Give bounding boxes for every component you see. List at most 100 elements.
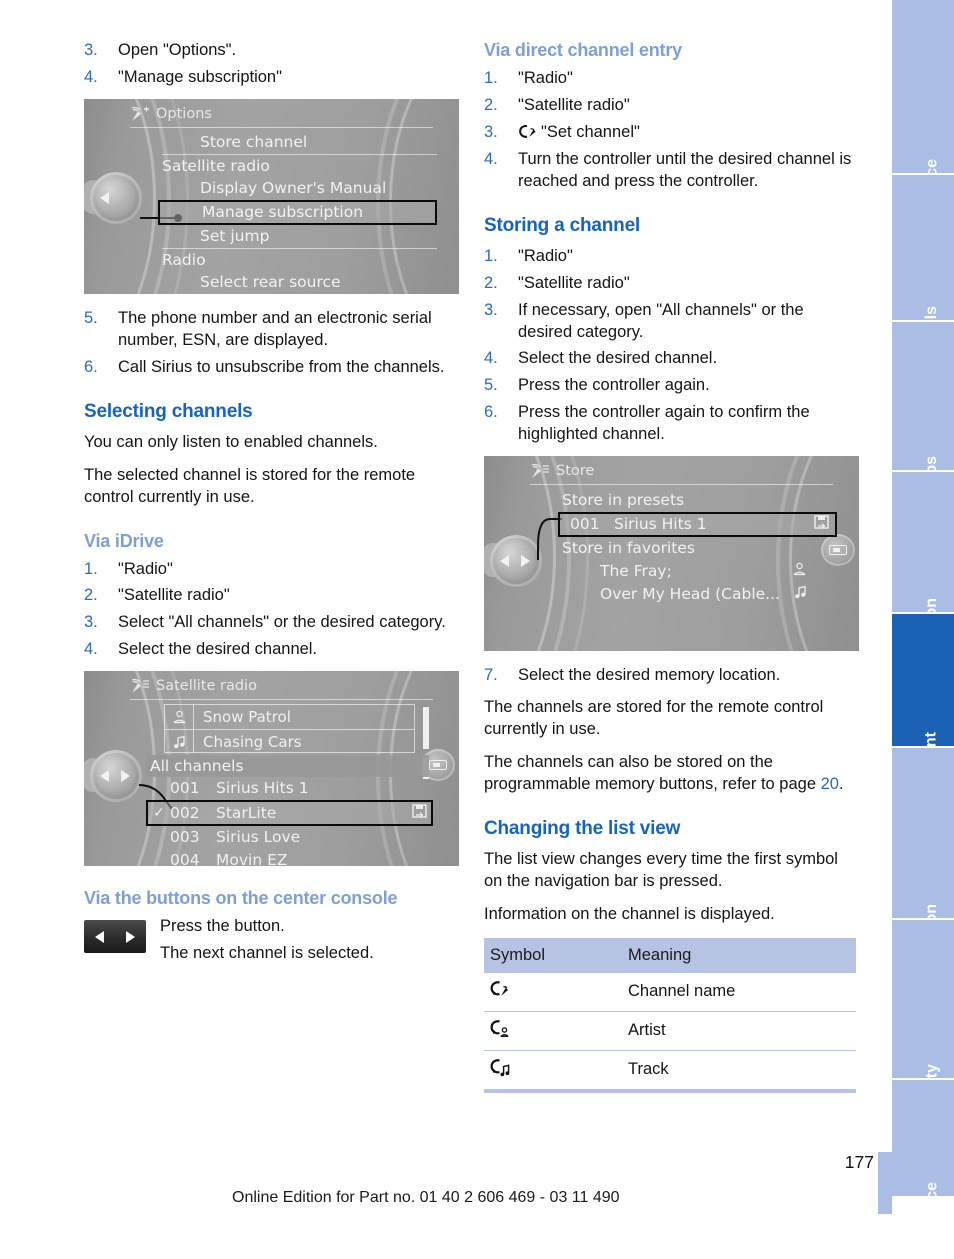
idrive-header: Store [530,463,833,486]
chapter-tabs-sidebar: At a glance Controls Driving tips Naviga… [892,0,954,1259]
step-number: 4. [84,67,98,86]
sidebar-tab-driving-tips[interactable]: Driving tips [892,322,954,544]
left-column: 3. Open "Options". 4. "Manage subscripti… [84,40,459,969]
page-reference-link[interactable]: 20 [821,775,839,793]
menu-item[interactable]: Radio [162,247,437,271]
step-text: Turn the controller until the desired ch… [518,149,852,190]
list-item: 1. "Radio" [484,69,573,87]
options-menu-list: Store channel Satellite radio Display Ow… [158,131,437,294]
list-item: 2. "Satellite radio" [84,586,230,605]
step-number: 5. [84,308,98,327]
channel-name-icon [484,972,622,1012]
idrive-screenshot-options: Options Store channel Satellite radio Di… [84,98,459,294]
menu-item[interactable]: Set jump [162,225,437,248]
menu-item[interactable]: Store channel [162,131,437,154]
list-header: All channels [146,755,429,778]
step-text: "Radio" [518,246,573,265]
step-text: The phone number and an electronic seria… [118,308,432,349]
step-text: Press the controller again. [518,376,710,395]
note-text: The channels can also be stored on the p… [484,753,821,793]
menu-item: Store in presets [562,491,685,510]
idrive-controller-knob [84,169,146,227]
paragraph: You can only listen to enabled channels. [84,432,378,451]
step-text: Call Sirius to unsubscribe from the chan… [118,357,445,376]
menu-item[interactable]: Satellite radio [162,153,437,177]
idrive-controller-knob [84,747,146,805]
sidebar-tab-reference[interactable]: Reference [892,1080,954,1259]
right-column: Via direct channel entry 1. "Radio" 2. "Sa… [484,40,859,1093]
step-text: Select the desired memory location. [518,666,781,685]
idrive-title: Satellite radio [156,678,257,695]
list-item: 4. Turn the controller until the desired … [484,149,852,190]
channel-row-selected[interactable]: ✓ 002 StarLite [146,800,433,827]
list-item: Chasing Cars [165,729,414,754]
menu-item[interactable]: Over My Head (Cable... [562,583,837,606]
column-header-meaning: Meaning [622,937,856,973]
list-item: 6. Press the controller again to confirm … [484,403,810,444]
steps-memory-location: 7. Select the desired memory location. [484,665,859,687]
channel-row[interactable]: 004 Movin EZ [148,849,429,866]
sidebar-tab-controls[interactable]: Controls [892,175,954,372]
steps-unsubscribe: 5. The phone number and an electronic se… [84,308,459,379]
artist-icon [792,560,807,583]
instruction-line: Press the button. [160,917,285,936]
menu-item: Store in favorites [562,539,695,558]
sidebar-tab-navigation[interactable]: Navigation [892,472,954,680]
prev-next-button[interactable] [84,920,146,954]
steps-via-idrive: 1. "Radio" 2. "Satellite radio" 3. Select "… [84,559,459,662]
step-text: If necessary, open "All channels" or the… [518,300,804,341]
artist-icon [165,705,194,730]
menu-item[interactable]: The Fray; [562,560,837,583]
paragraph: The channels are stored for the remote c… [484,698,824,739]
channel-row[interactable]: 003 Sirius Love [148,826,429,849]
list-item: Snow Patrol [165,705,414,730]
menu-item-selected[interactable]: Manage subscription [158,199,437,225]
idrive-header: Satellite radio [130,678,433,701]
symbol-meaning: Channel name [622,972,856,1012]
step-text: "Radio" [518,69,573,87]
list-item: 1. "Radio" [84,559,173,578]
list-item: 3. Select "All channels" or the desired c… [84,613,446,632]
now-playing-box: Snow Patrol Chasing Cars [164,704,415,754]
heading-via-idrive: Via iDrive [84,530,164,551]
step-text: "Satellite radio" [118,586,230,605]
page-marker [878,1152,892,1214]
steps-open-options: 3. Open "Options". 4. "Manage subscripti… [84,40,459,89]
paragraph: Information on the channel is displayed. [484,904,775,923]
paragraph: The list view changes every time the fir… [484,849,838,890]
menu-item-selected[interactable]: 001 Sirius Hits 1 [558,512,837,538]
console-button-block: Press the button. The next channel is se… [84,916,459,969]
checkmark-icon: ✓ [153,805,165,822]
step-text: Select "All channels" or the desired cat… [118,613,446,632]
scrollbar[interactable] [423,707,429,750]
tab-label: Reference [923,1182,940,1259]
footer-edition-text: Online Edition for Part no. 01 40 2 606 … [232,1189,620,1206]
list-item: 3. "Set channel" [484,122,640,141]
list-item: 2. "Satellite radio" [484,95,630,114]
step-number: 3. [84,41,98,59]
step-number: 6. [84,357,98,376]
sidebar-tab-communication[interactable]: Communication [892,748,954,1025]
step-text: Press the controller again to confirm th… [518,403,810,444]
prev-icon [95,930,104,943]
channel-row[interactable]: 001 Sirius Hits 1 [148,777,429,800]
satellite-list-icon [131,679,149,694]
step-text: "Set channel" [541,122,640,141]
symbol-meaning: Artist [622,1011,856,1051]
heading-via-direct-entry: Via direct channel entry [484,40,682,60]
sidebar-tab-mobility[interactable]: Mobility [892,920,954,1124]
step-text: Select the desired channel. [118,640,318,659]
list-item: 4. Select the desired channel. [84,640,318,659]
paragraph-memory-note: The channels can also be stored on the p… [484,752,859,796]
menu-item[interactable]: Display Owner's Manual [162,177,437,200]
heading-via-buttons: Via the buttons on the center console [84,888,398,909]
step-text: "Radio" [118,559,173,578]
sidebar-tab-at-a-glance[interactable]: At a glance [892,0,954,244]
menu-item[interactable]: Select rear source [162,271,437,294]
sidebar-tab-entertainment[interactable]: Entertainment [892,614,954,840]
page-number: 177 [844,1152,874,1172]
instruction-line: The next channel is selected. [160,943,374,962]
idrive-title: Options [156,105,212,122]
track-icon [794,583,807,606]
symbol-meaning: Track [622,1050,856,1093]
